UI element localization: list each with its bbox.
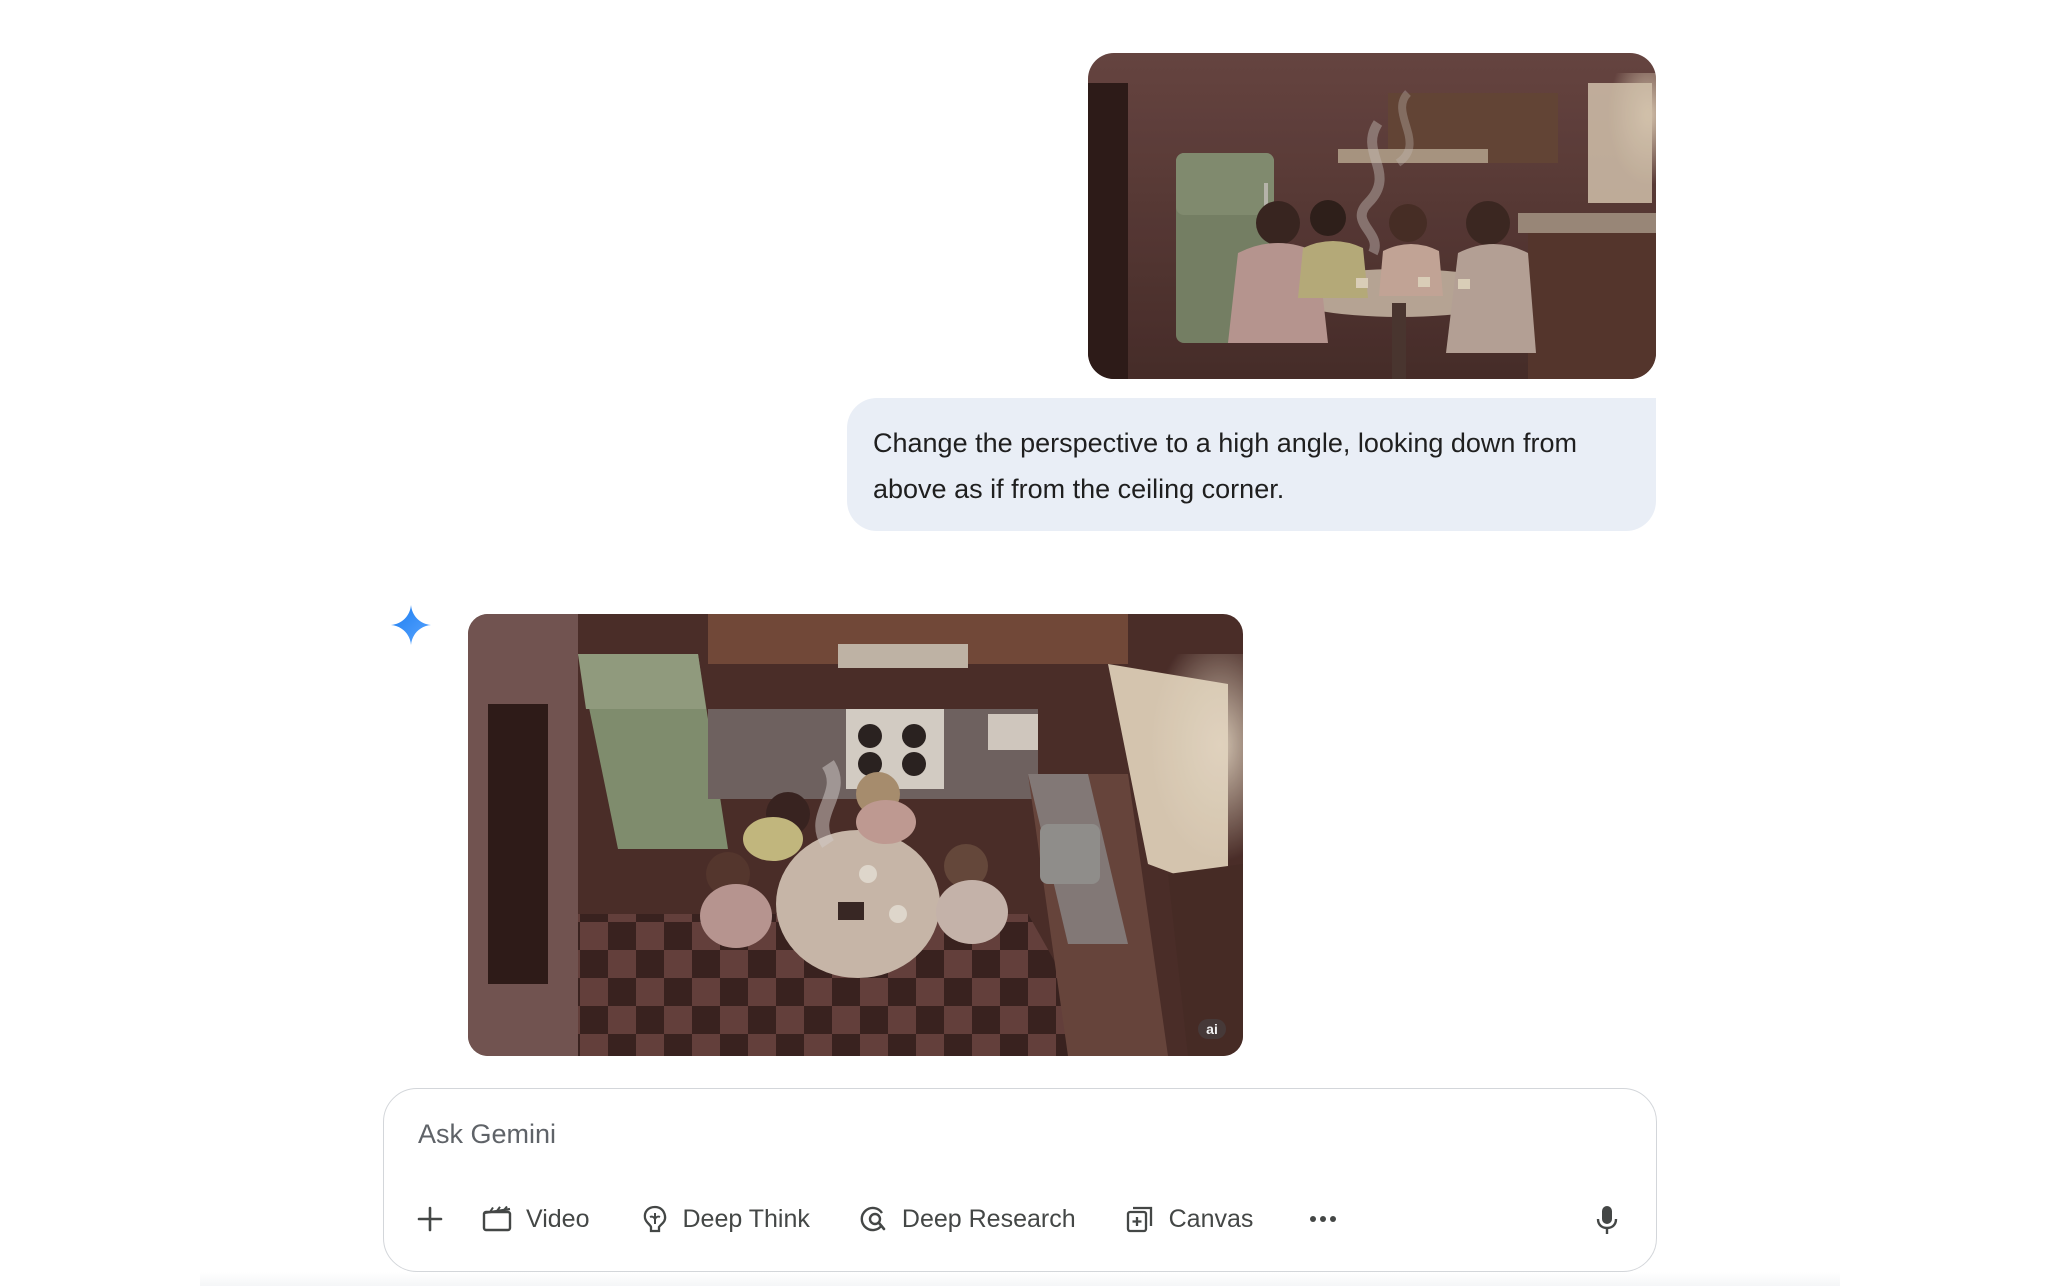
video-tool-label: Video xyxy=(526,1204,590,1233)
plus-icon xyxy=(417,1206,443,1232)
user-prompt-bubble: Change the perspective to a high angle, … xyxy=(847,398,1656,531)
ask-gemini-input[interactable]: Ask Gemini xyxy=(418,1119,556,1150)
more-horizontal-icon xyxy=(1310,1216,1337,1222)
generated-image[interactable]: ai xyxy=(468,614,1243,1056)
deep-research-icon xyxy=(860,1206,886,1232)
deep-think-tool-label: Deep Think xyxy=(682,1204,810,1233)
deep-research-tool-label: Deep Research xyxy=(901,1204,1076,1233)
add-attachment-button[interactable] xyxy=(410,1195,450,1243)
user-uploaded-image[interactable] xyxy=(1088,53,1656,379)
prompt-text-line-2: above as if from the ceiling corner. xyxy=(873,474,1285,504)
microphone-button[interactable] xyxy=(1592,1203,1622,1237)
canvas-tool-button[interactable]: Canvas xyxy=(1125,1195,1254,1243)
canvas-icon xyxy=(1126,1206,1152,1233)
canvas-tool-label: Canvas xyxy=(1168,1204,1254,1233)
microphone-icon xyxy=(1596,1206,1618,1234)
bottom-fade xyxy=(200,1272,1840,1286)
deep-think-tool-button[interactable]: Deep Think xyxy=(641,1195,810,1243)
ai-generated-badge: ai xyxy=(1198,1019,1226,1039)
kitchen-eye-level-illustration xyxy=(1088,53,1656,379)
video-clapper-icon xyxy=(482,1206,512,1232)
deep-research-tool-button[interactable]: Deep Research xyxy=(858,1195,1076,1243)
gemini-chat-page: Change the perspective to a high angle, … xyxy=(0,0,2048,1286)
kitchen-high-angle-illustration xyxy=(468,614,1243,1056)
more-tools-button[interactable] xyxy=(1305,1195,1341,1243)
video-tool-button[interactable]: Video xyxy=(482,1195,590,1243)
prompt-input-box[interactable]: Ask Gemini Video Deep Think Deep Researc… xyxy=(383,1088,1657,1272)
prompt-text-line-1: Change the perspective to a high angle, … xyxy=(873,428,1577,458)
gemini-spark-icon xyxy=(390,604,432,646)
brain-icon xyxy=(643,1205,666,1233)
composer-toolbar: Video Deep Think Deep Research Canvas xyxy=(410,1195,1341,1243)
